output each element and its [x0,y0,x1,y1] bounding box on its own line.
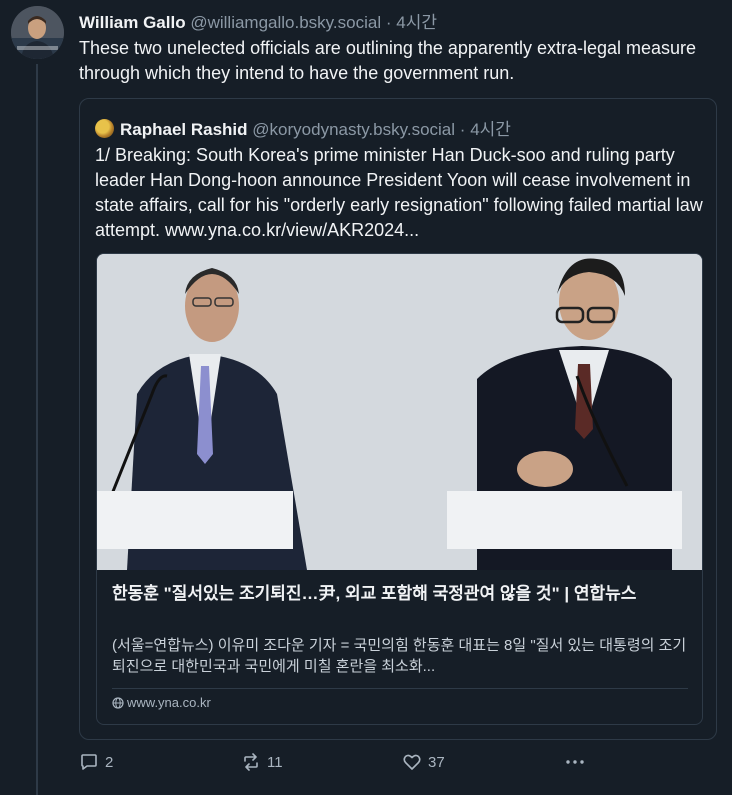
quote-text: 1/ Breaking: South Korea's prime ministe… [95,145,703,240]
author-avatar[interactable] [11,6,64,59]
quote-header-separator: · [459,120,466,139]
card-domain-text: www.yna.co.kr [127,695,211,710]
quote-author-avatar[interactable] [95,119,114,138]
post-header: William Gallo @williamgallo.bsky.social … [79,8,437,33]
author-handle[interactable]: @williamgallo.bsky.social [190,13,381,32]
post-time[interactable]: 4시간 [396,13,437,32]
card-domain[interactable]: www.yna.co.kr [112,695,211,710]
reply-button[interactable]: 2 [79,752,113,772]
quote-time[interactable]: 4시간 [470,120,511,139]
reply-icon [81,754,97,770]
like-button[interactable]: 37 [402,752,445,772]
repost-button[interactable]: 11 [241,752,283,772]
card-title[interactable]: 한동훈 "질서있는 조기퇴진…尹, 외교 포함해 국정관여 않을 것" | 연합… [112,582,692,606]
quote-author-handle[interactable]: @koryodynasty.bsky.social [252,120,455,139]
like-icon [403,754,421,770]
card-divider [112,688,688,689]
repost-count: 11 [267,753,283,771]
more-icon [566,760,584,764]
card-image [97,254,702,570]
author-name[interactable]: William Gallo [79,13,186,32]
repost-icon [244,753,258,771]
left-podium [97,491,293,549]
action-bar: 2 11 37 [79,752,679,778]
quote-author-name[interactable]: Raphael Rashid [120,120,248,139]
post-text: These two unelected officials are outlin… [79,38,697,83]
thread-line [36,64,38,795]
quote-header: Raphael Rashid @koryodynasty.bsky.social… [95,115,511,140]
more-button[interactable] [564,752,586,772]
card-description: (서울=연합뉴스) 이유미 조다운 기자 = 국민의힘 한동훈 대표는 8일 "… [112,637,687,675]
link-card[interactable]: 한동훈 "질서있는 조기퇴진…尹, 외교 포함해 국정관여 않을 것" | 연합… [96,253,703,725]
right-podium [447,491,682,549]
reply-count: 2 [105,753,114,771]
like-count: 37 [428,753,445,771]
quoted-post[interactable]: Raphael Rashid @koryodynasty.bsky.social… [79,98,717,740]
globe-icon [112,697,124,709]
header-separator: · [385,13,392,32]
